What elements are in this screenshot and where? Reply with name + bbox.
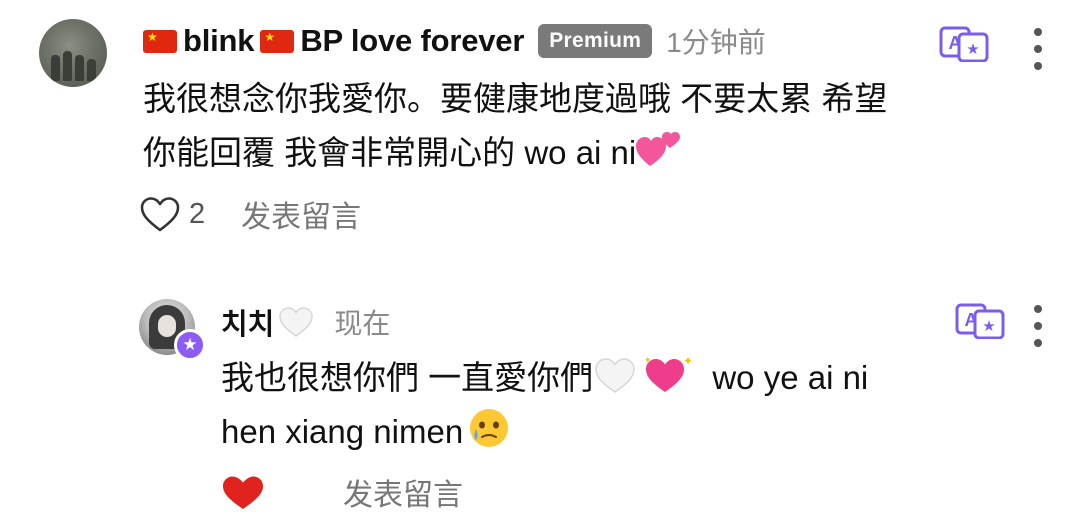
comment-header: 치치 现在	[221, 302, 390, 342]
white-heart-emoji	[595, 358, 635, 393]
svg-text:★: ★	[982, 317, 995, 335]
china-flag-icon	[143, 29, 177, 53]
face-holding-back-tears-emoji	[470, 409, 509, 447]
comment-text-span: 我也很想你們 一直愛你們	[221, 359, 594, 396]
comment-text-line: 你能回覆 我會非常開心的 wo ai ni	[143, 126, 1023, 180]
comment-text-span: wo ye ai ni	[712, 359, 869, 396]
timestamp: 1分钟前	[666, 27, 766, 58]
comment-text-line: 我也很想你們 一直愛你們 ✦ ✦ wo ye ai ni	[221, 351, 1041, 405]
username[interactable]: 치치	[221, 301, 274, 343]
reply-button[interactable]: 发表留言	[241, 192, 361, 236]
more-options-icon[interactable]	[1033, 305, 1043, 347]
comment-header: blink BP love forever Premium 1分钟前	[143, 21, 766, 61]
comment-actions: 发表留言	[221, 472, 463, 512]
translate-icon[interactable]: A ★	[939, 26, 989, 62]
sparkling-heart-emoji: ✦ ✦	[644, 354, 691, 392]
china-flag-icon	[260, 29, 295, 53]
comment-text: 我也很想你們 一直愛你們 ✦ ✦ wo ye ai ni hen xiang n…	[221, 351, 1041, 459]
comment-text-line: 我很想念你我愛你。要健康地度過哦 不要太累 希望	[143, 80, 888, 117]
comment-text-span: 你能回覆 我會非常開心的 wo ai ni	[143, 134, 637, 171]
username[interactable]: blink	[183, 23, 255, 59]
white-heart-emoji	[279, 307, 314, 337]
more-options-icon[interactable]	[1033, 28, 1043, 70]
comment-actions: 2 发表留言	[139, 193, 361, 235]
reply-button[interactable]: 发表留言	[343, 470, 463, 514]
star-icon: ★	[174, 329, 206, 361]
comment-text: 我很想念你我愛你。要健康地度過哦 不要太累 希望 你能回覆 我會非常開心的 wo…	[143, 72, 1023, 180]
translate-icon[interactable]: A ★	[955, 303, 1005, 339]
svg-text:★: ★	[966, 40, 979, 58]
svg-text:✦: ✦	[683, 354, 691, 368]
comment-text-line: hen xiang nimen	[221, 405, 1041, 459]
timestamp: 现在	[334, 308, 391, 339]
svg-text:✦: ✦	[644, 356, 652, 366]
comment-text-span: hen xiang nimen	[221, 413, 464, 450]
premium-badge: Premium	[538, 24, 653, 58]
username-suffix[interactable]: BP love forever	[300, 23, 524, 59]
two-hearts-emoji	[636, 132, 681, 166]
like-heart-icon[interactable]	[139, 195, 181, 233]
like-count: 2	[189, 197, 206, 230]
commenter-avatar[interactable]	[39, 19, 107, 87]
liked-heart-icon[interactable]	[221, 473, 265, 511]
